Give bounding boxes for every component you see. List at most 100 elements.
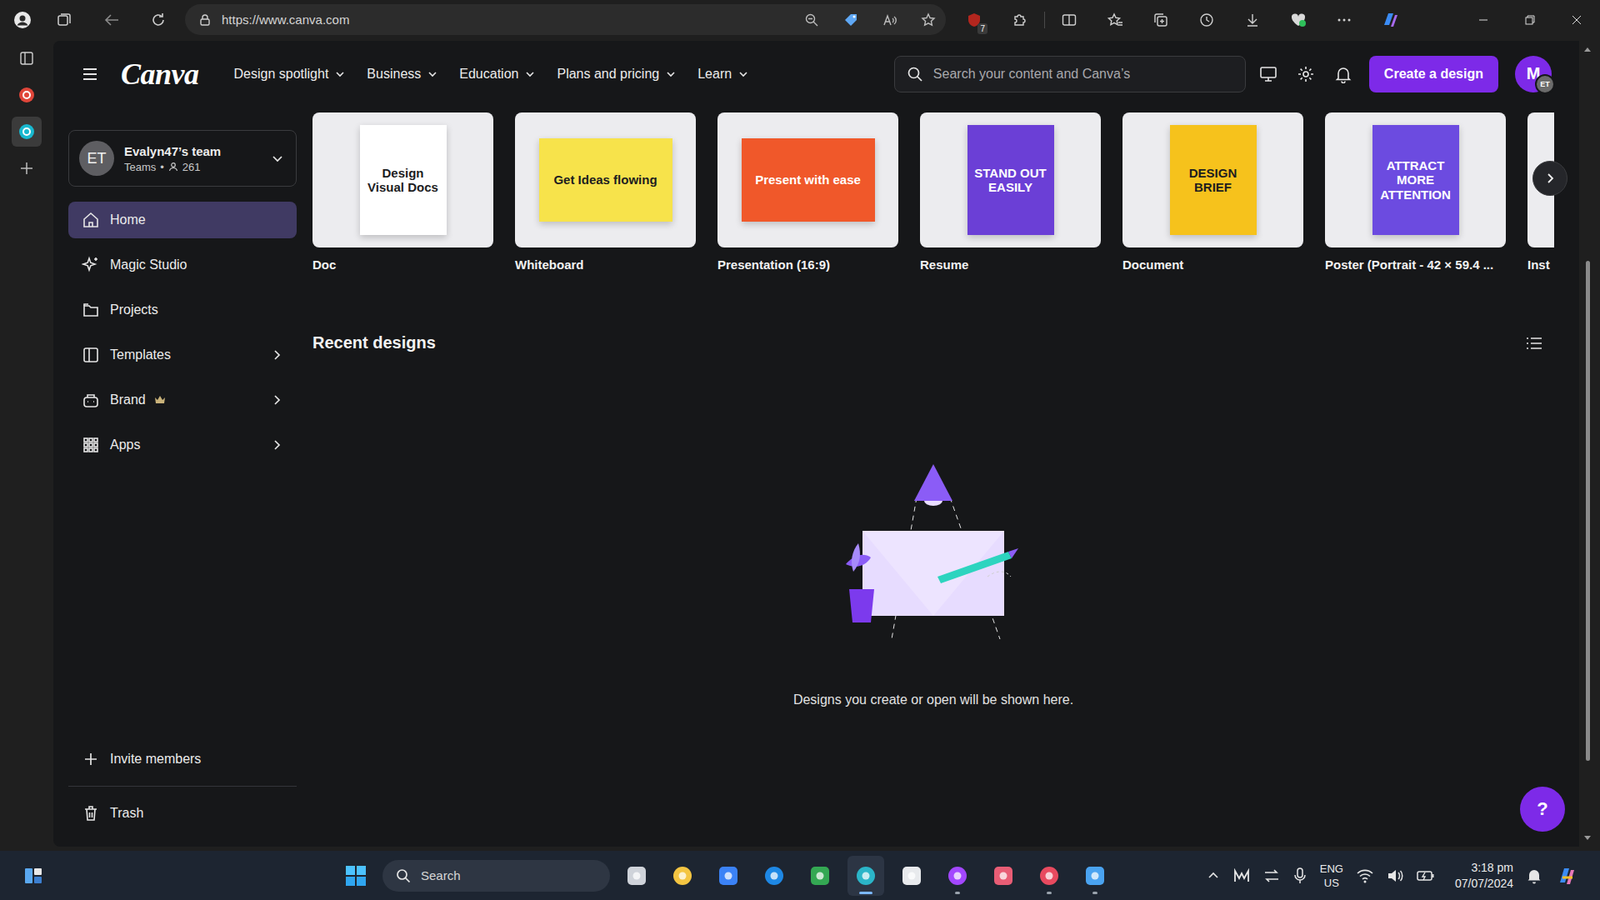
sidebar-item[interactable]: Apps: [68, 426, 297, 464]
copilot-icon[interactable]: [1375, 5, 1405, 35]
clock[interactable]: 3:18 pm07/07/2024: [1455, 860, 1514, 892]
sidebar-item[interactable]: Magic Studio: [68, 246, 297, 284]
scrollbar[interactable]: [1579, 40, 1596, 847]
carousel-next-button[interactable]: [1532, 160, 1568, 196]
nav-item[interactable]: Business: [363, 60, 441, 89]
user-avatar[interactable]: MET: [1515, 55, 1552, 93]
list-view-icon[interactable]: [1525, 335, 1543, 351]
taskbar-app[interactable]: [801, 855, 839, 896]
taskbar-app[interactable]: [1030, 855, 1068, 896]
history-icon[interactable]: [1191, 5, 1222, 35]
design-thumbnail: ATTRACT MORE ATTENTION: [1325, 112, 1506, 248]
restore-icon[interactable]: [1506, 0, 1554, 40]
notification-bell-icon[interactable]: [1526, 867, 1542, 885]
download-icon[interactable]: [1237, 5, 1268, 35]
layout-icon: [81, 345, 100, 365]
scroll-thumb[interactable]: [1585, 260, 1590, 761]
design-type-card[interactable]: Design Visual DocsDoc: [312, 112, 494, 272]
scroll-down-icon[interactable]: [1583, 835, 1592, 842]
split-icon[interactable]: [1054, 5, 1085, 35]
create-design-button[interactable]: Create a design: [1369, 55, 1499, 93]
sidebar-item[interactable]: Brand: [68, 381, 297, 419]
read-aloud-icon[interactable]: [882, 12, 898, 28]
menu-icon[interactable]: [80, 64, 100, 85]
widgets-icon[interactable]: [15, 857, 52, 895]
desktop-app-icon[interactable]: [1253, 55, 1284, 93]
nav-item[interactable]: Plans and pricing: [553, 60, 680, 89]
reload-icon[interactable]: [143, 5, 174, 35]
microphone-icon[interactable]: [1293, 867, 1307, 885]
taskbar-search[interactable]: Search: [382, 860, 610, 892]
tab-actions-icon[interactable]: [11, 43, 42, 74]
design-type-card[interactable]: Get Ideas flowingWhiteboard: [515, 112, 696, 272]
close-icon[interactable]: [1553, 0, 1600, 40]
taskbar-app[interactable]: [1076, 855, 1114, 896]
show-hidden-icons-icon[interactable]: [1206, 869, 1220, 883]
volume-icon[interactable]: [1386, 868, 1404, 884]
sidebar-item[interactable]: Templates: [68, 336, 297, 374]
collections-icon[interactable]: [1145, 5, 1176, 35]
new-tab-icon[interactable]: [11, 153, 42, 184]
puzzle-icon[interactable]: [1005, 5, 1035, 35]
empty-state: Designs you create or open will be shown…: [312, 464, 1555, 708]
toolbar-divider: [1044, 11, 1045, 29]
sidebar-item[interactable]: Projects: [68, 291, 297, 329]
design-type-card[interactable]: DESIGN BRIEFDocument: [1122, 112, 1304, 272]
input-language[interactable]: ENGUS: [1320, 861, 1344, 890]
design-type-card[interactable]: STAND OUT EASILYResume: [920, 112, 1101, 272]
settings-gear-icon[interactable]: [1290, 55, 1321, 93]
home-icon: [81, 210, 100, 230]
app-icon: [1083, 864, 1107, 888]
canva-header: Canva Design spotlight Business Education Pl…: [53, 40, 1580, 107]
tab-actions-icon[interactable]: [49, 5, 80, 35]
nav-item[interactable]: Design spotlight: [230, 60, 350, 89]
zoom-icon[interactable]: [804, 12, 820, 28]
more-icon[interactable]: [1329, 5, 1360, 35]
back-icon[interactable]: [97, 5, 128, 35]
scroll-up-icon[interactable]: [1583, 45, 1592, 53]
canva-logo[interactable]: Canva: [120, 56, 200, 92]
profile-icon[interactable]: [7, 5, 38, 35]
taskbar-app[interactable]: [710, 855, 747, 896]
nav-item[interactable]: Education: [455, 60, 539, 89]
taskbar-app[interactable]: [985, 855, 1022, 896]
browser-tab[interactable]: [11, 80, 42, 110]
nav-item[interactable]: Learn: [694, 60, 752, 89]
battery-icon[interactable]: [1416, 868, 1435, 884]
search-placeholder: Search your content and Canva’s: [933, 66, 1130, 82]
taskbar-app[interactable]: [939, 855, 976, 896]
ublock-extension-icon[interactable]: 7: [959, 5, 990, 35]
invite-members-button[interactable]: Invite members: [68, 740, 297, 778]
start-button-icon[interactable]: [337, 855, 375, 896]
design-type-card[interactable]: ATTRACT MORE ATTENTIONPoster (Portrait -…: [1325, 112, 1506, 272]
search-field[interactable]: Search your content and Canva’s: [894, 55, 1246, 93]
taskbar-app[interactable]: [847, 855, 885, 896]
copilot-icon[interactable]: [1555, 864, 1579, 888]
design-thumbnail: DESIGN BRIEF: [1122, 112, 1304, 248]
taskbar-app[interactable]: [664, 855, 701, 896]
star-icon[interactable]: [1100, 5, 1130, 35]
network-sync-icon[interactable]: [1263, 868, 1280, 884]
meet-app-icon[interactable]: [1233, 868, 1250, 884]
design-type-card[interactable]: Present with easePresentation (16:9): [717, 112, 899, 272]
browser-tab[interactable]: [11, 116, 42, 147]
taskbar-app[interactable]: [618, 855, 655, 896]
wifi-icon[interactable]: [1356, 868, 1374, 884]
trash-button[interactable]: Trash: [68, 795, 297, 832]
taskbar-app[interactable]: [893, 855, 930, 896]
browser-toolbar: https://www.canva.com 7: [0, 0, 1600, 40]
team-switcher[interactable]: ETEvalyn47’s teamTeams•261: [68, 130, 297, 187]
sidebar-item[interactable]: Home: [68, 201, 297, 239]
favorite-star-icon[interactable]: [920, 12, 936, 28]
help-button[interactable]: ?: [1520, 786, 1565, 832]
chevron-right-icon: [270, 393, 284, 407]
chevron-down-icon: [738, 69, 749, 80]
heart-icon[interactable]: [1283, 5, 1314, 35]
notifications-bell-icon[interactable]: [1328, 55, 1359, 93]
app-icon: [808, 864, 832, 888]
minimize-icon[interactable]: [1460, 0, 1507, 40]
address-bar[interactable]: https://www.canva.com: [185, 4, 946, 35]
coupon-tag-icon[interactable]: [842, 11, 860, 29]
design-thumbnail: Present with ease: [717, 112, 899, 248]
taskbar-app[interactable]: [755, 855, 793, 896]
